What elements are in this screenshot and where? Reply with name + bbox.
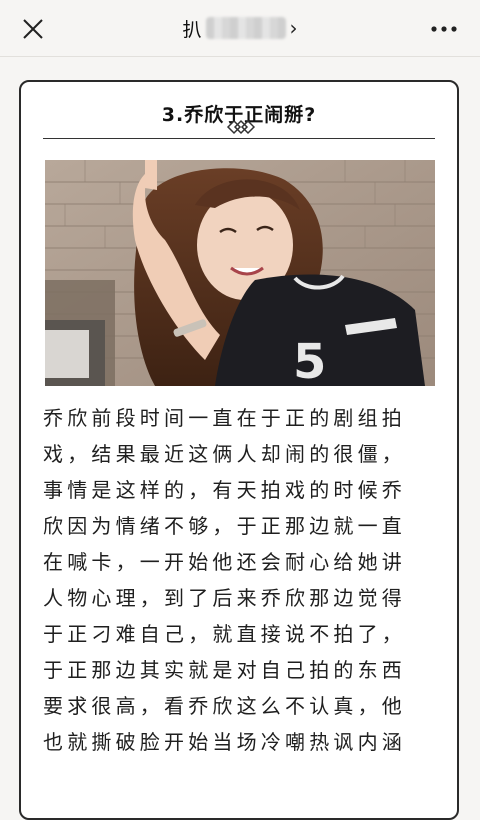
knot-ornament-icon [226,119,256,135]
title-prefix: 扒 [182,18,202,41]
article-line: 戏，结果最近这俩人却闹的很僵， [43,442,406,466]
page-title[interactable]: 扒 › [0,15,480,41]
article-line: 于正刁难自己，就直接说不拍了， [43,622,406,646]
heading-divider [43,138,435,139]
article-line: 欣因为情绪不够，于正那边就一直 [43,514,406,538]
article-line: 乔欣前段时间一直在于正的剧组拍 [43,406,406,430]
article-photo: 5 [45,160,435,386]
more-icon [431,26,457,32]
blurred-account-name [205,17,286,39]
article-line: 也就撕破脸开始当场冷嘲热讽内涵 [43,730,406,754]
article-line: 人物心理，到了后来乔欣那边觉得 [43,586,406,610]
article-line: 在喊卡，一开始他还会耐心给她讲 [43,550,406,574]
article-body: 乔欣前段时间一直在于正的剧组拍 戏，结果最近这俩人却闹的很僵， 事情是这样的，有… [43,400,443,760]
more-options-button[interactable] [426,14,462,44]
svg-text:5: 5 [293,334,326,386]
article-card: 3.乔欣于正闹掰? 5 乔欣前段时间一直在于正的剧组拍 戏，结果最近这俩人却闹的… [19,80,459,820]
article-line: 于正那边其实就是对自己拍的东西 [43,658,406,682]
article-line: 事情是这样的，有天拍戏的时候乔 [43,478,406,502]
top-navigation-bar: 扒 › [0,0,480,57]
article-line: 要求很高，看乔欣这么不认真，他 [43,694,406,718]
chevron-right-icon: › [289,16,298,40]
